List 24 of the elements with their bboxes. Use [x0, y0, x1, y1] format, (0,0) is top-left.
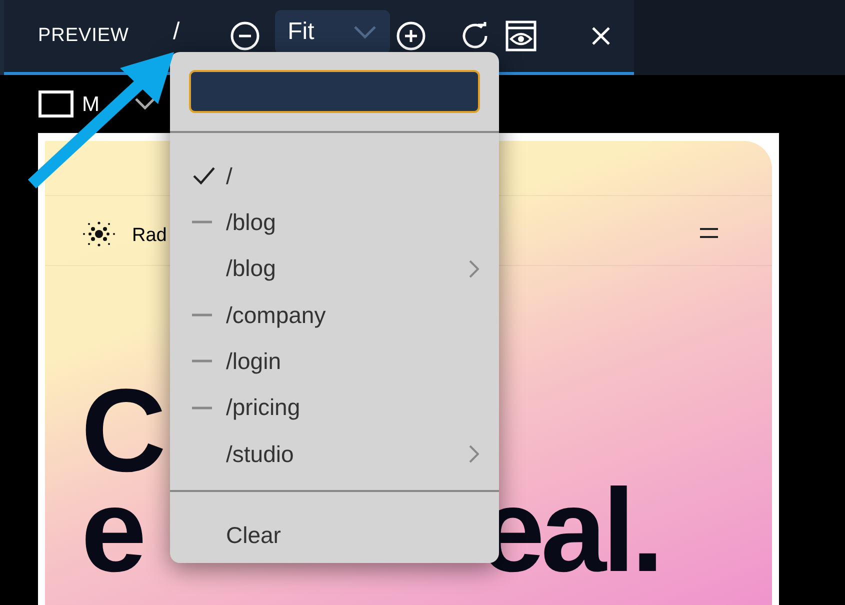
chevron-down-icon [352, 25, 377, 39]
route-menu-item[interactable]: /login [226, 344, 479, 379]
close-icon[interactable] [590, 26, 611, 46]
clear-menu-item[interactable]: Clear [226, 518, 281, 552]
headline-text: e [81, 481, 143, 581]
menu-icon[interactable] [700, 228, 718, 238]
path-button[interactable]: / [172, 20, 180, 44]
route-menu-item[interactable]: /blog [226, 205, 479, 240]
route-menu-item[interactable]: /studio [226, 436, 469, 472]
zoom-in-icon[interactable] [396, 21, 426, 51]
preview-eye-icon[interactable] [504, 20, 537, 52]
logo-text: Rad [132, 224, 167, 248]
route-menu-item[interactable]: /pricing [226, 390, 479, 425]
route-menu-item[interactable]: / [226, 158, 479, 194]
search-field[interactable] [189, 70, 480, 113]
device-label[interactable]: M [82, 94, 100, 114]
route-menu-item[interactable]: /company [226, 298, 479, 332]
headline-text: C [81, 381, 162, 481]
chevron-down-icon[interactable] [134, 97, 156, 111]
device-icon[interactable] [38, 90, 74, 118]
zoom-out-icon[interactable] [230, 21, 260, 51]
panel-title: PREVIEW [38, 24, 129, 48]
zoom-select[interactable]: Fit [274, 10, 390, 54]
route-menu-item[interactable]: /blog [226, 251, 469, 286]
